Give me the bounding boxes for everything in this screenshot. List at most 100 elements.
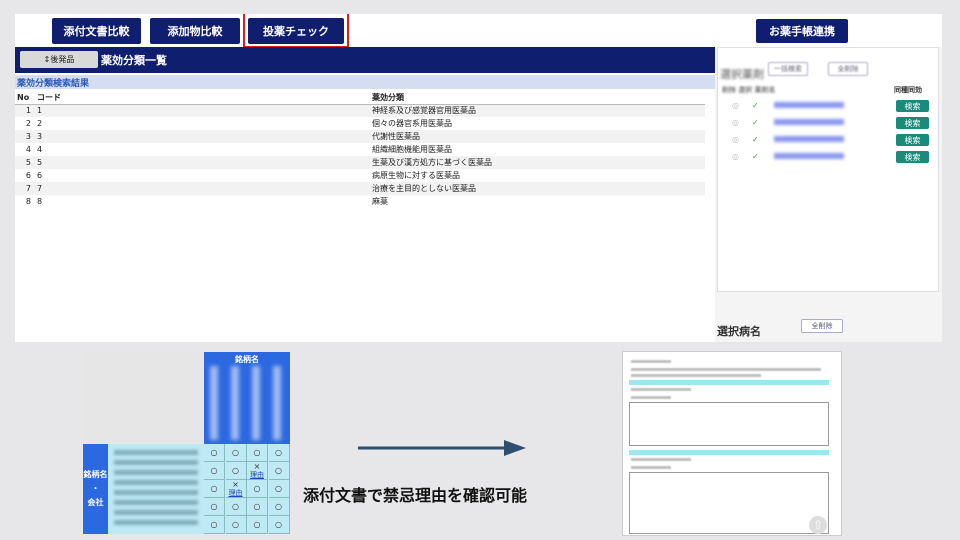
title-bar: ↕後発品 薬効分類一覧 (15, 47, 715, 73)
table-row[interactable]: 3 3 代謝性医薬品 (15, 130, 705, 143)
table-row[interactable]: 4 4 組織細胞機能用医薬品 (15, 143, 705, 156)
cell-no: 6 (25, 171, 31, 180)
cell-mark: ○ (275, 483, 282, 493)
drug-name-link[interactable] (774, 153, 844, 159)
delete-icon[interactable]: ◎ (732, 152, 739, 161)
delete-all-button[interactable]: 全削除 (801, 319, 843, 333)
tenpu-compare-button[interactable]: 添付文書比較 (52, 18, 141, 44)
cell-mark: ○ (210, 465, 218, 475)
blurred-row-name (114, 500, 198, 505)
matrix-cell: ○ (204, 480, 225, 498)
matrix-cell[interactable]: × 理由 (247, 462, 268, 480)
table-row[interactable]: 5 5 生薬及び漢方処方に基づく医薬品 (15, 156, 705, 169)
reason-link[interactable]: 理由 (250, 471, 264, 479)
compatibility-matrix: 銘柄名 銘柄名 ・ 会社 ○ ○ ○ ○ ○ ○ × 理由 ○ ○ × 理由 ○ ○ ○ ○ ○ ○ ○ ○ ○ ○ (83, 352, 290, 534)
doc-highlight (629, 380, 829, 385)
check-icon[interactable]: ✓ (752, 118, 759, 127)
check-icon[interactable]: ✓ (752, 152, 759, 161)
cell-mark: ○ (232, 465, 239, 475)
blurred-row-name (114, 460, 198, 465)
matrix-cell: ○ (247, 516, 268, 534)
check-icon[interactable]: ✓ (752, 135, 759, 144)
drug-name-link[interactable] (774, 102, 844, 108)
matrix-cell: ○ (268, 516, 290, 534)
matrix-cell: ○ (268, 462, 290, 480)
cell-mark: ○ (253, 447, 261, 457)
table-row[interactable]: 8 8 麻薬 (15, 195, 705, 208)
generic-tab[interactable]: ↕後発品 (20, 51, 98, 68)
blurred-row-name (114, 510, 198, 515)
table-row[interactable]: 7 7 治療を主目的としない医薬品 (15, 182, 705, 195)
table-row[interactable]: 6 6 病原生物に対する医薬品 (15, 169, 705, 182)
blurred-row-name (114, 490, 198, 495)
table-row[interactable]: 2 2 個々の器官系用医薬品 (15, 117, 705, 130)
drug-name-link[interactable] (774, 119, 844, 125)
cell-code: 6 (37, 171, 43, 180)
table-row[interactable]: 1 1 神経系及び感覚器官用医薬品 (15, 104, 705, 117)
result-header: 薬効分類検索結果 (15, 75, 715, 89)
delete-icon[interactable]: ◎ (732, 135, 739, 144)
matrix-cell: ○ (225, 498, 247, 516)
cell-mark: × (253, 461, 261, 471)
selected-disease-title: 選択病名 (717, 325, 761, 338)
col-name: 薬効分類 (370, 91, 705, 105)
doc-highlight (629, 450, 829, 455)
doc-line (631, 466, 671, 469)
cell-name: 治療を主目的としない医薬品 (370, 182, 705, 195)
doc-line (631, 388, 691, 391)
cell-code: 8 (37, 197, 43, 206)
scroll-top-icon[interactable]: ⇧ (809, 516, 827, 534)
selected-drugs-panel: 選択薬剤 一括検索 全削除 削除 選択 薬剤名 同種同効 ◎ ✓ 検索 ◎ ✓ 検索 ◎ ✓ 検… (717, 47, 939, 292)
blurred-column-name (273, 366, 281, 440)
matrix-cell: ○ (247, 444, 268, 462)
matrix-cell[interactable]: × 理由 (225, 480, 247, 498)
cell-name: 個々の器官系用医薬品 (372, 119, 452, 128)
cell-mark: ○ (232, 501, 239, 511)
cell-code: 3 (35, 130, 370, 143)
clear-drugs-button[interactable]: 全削除 (828, 62, 868, 76)
caption-text: 添付文書で禁忌理由を確認可能 (303, 486, 528, 505)
drug-name-link[interactable] (774, 136, 844, 142)
cell-name: 代謝性医薬品 (370, 130, 705, 143)
col-no: No (15, 91, 35, 105)
cell-mark: ○ (253, 501, 261, 511)
cell-mark: ○ (275, 501, 282, 511)
right-arrow-icon (358, 440, 526, 456)
search-button[interactable]: 検索 (896, 134, 929, 146)
cell-mark: ○ (232, 519, 239, 529)
classification-table: No コード 薬効分類 1 1 神経系及び感覚器官用医薬品 2 2 個々の器官系用医薬品 3… (15, 91, 705, 208)
blurred-row-name (114, 450, 198, 455)
medication-check-button[interactable]: 投薬チェック (248, 18, 344, 44)
drug-columns: 削除 選択 薬剤名 同種同効 (718, 85, 940, 96)
delete-icon[interactable]: ◎ (732, 101, 739, 110)
cell-mark: ○ (275, 465, 282, 475)
col-code: コード (35, 91, 370, 105)
col-same-effect: 同種同効 (894, 86, 922, 94)
search-button[interactable]: 検索 (896, 151, 929, 163)
cell-mark: ○ (210, 519, 218, 529)
drug-row: ◎ ✓ 検索 (718, 115, 940, 131)
cell-mark: ○ (210, 501, 218, 511)
drug-col-labels: 削除 選択 薬剤名 (722, 86, 776, 94)
result-title: 薬効分類検索結果 (17, 79, 90, 89)
check-icon[interactable]: ✓ (752, 101, 759, 110)
matrix-cell: ○ (204, 516, 225, 534)
matrix-top-label: 銘柄名 (235, 355, 259, 364)
matrix-left-header: 銘柄名 ・ 会社 (83, 444, 108, 534)
bulk-search-button[interactable]: 一括検索 (768, 62, 808, 76)
medication-notebook-button[interactable]: お薬手帳連携 (756, 19, 848, 43)
doc-line (631, 360, 671, 363)
delete-icon[interactable]: ◎ (732, 118, 739, 127)
additive-compare-button[interactable]: 添加物比較 (150, 18, 240, 44)
cell-code: 4 (37, 145, 43, 154)
cell-name: 病原生物に対する医薬品 (372, 171, 460, 180)
cell-mark: ○ (210, 447, 218, 457)
matrix-cell: ○ (225, 444, 247, 462)
search-button[interactable]: 検索 (896, 117, 929, 129)
search-button[interactable]: 検索 (896, 100, 929, 112)
matrix-cell: ○ (204, 444, 225, 462)
cell-name: 生薬及び漢方処方に基づく医薬品 (370, 156, 705, 169)
reason-link[interactable]: 理由 (229, 489, 243, 497)
blurred-row-name (114, 520, 198, 525)
blurred-column-name (231, 366, 239, 440)
